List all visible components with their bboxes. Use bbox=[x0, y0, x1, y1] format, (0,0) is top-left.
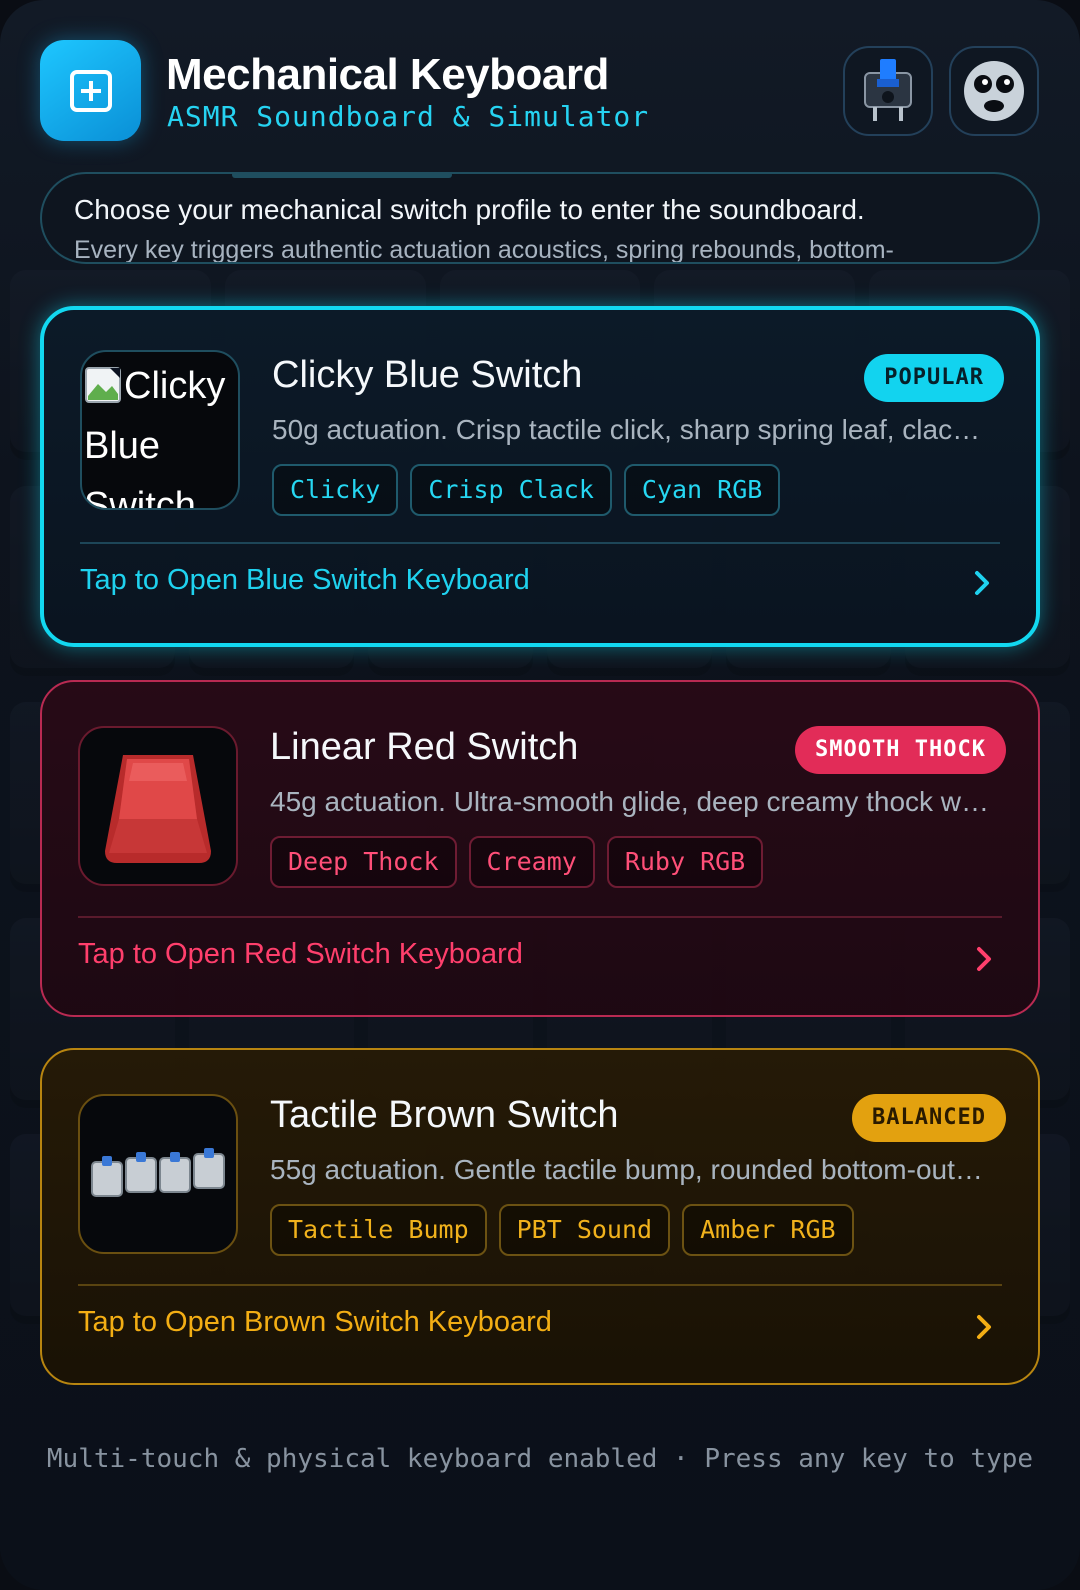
tag-chip: Clicky bbox=[272, 464, 399, 516]
card-divider bbox=[78, 916, 1002, 918]
mascot-button[interactable] bbox=[949, 46, 1039, 136]
app-title: Mechanical Keyboard bbox=[166, 50, 609, 99]
info-banner: Choose your mechanical switch profile to… bbox=[40, 172, 1040, 264]
info-accent bbox=[232, 174, 452, 178]
broken-image-icon bbox=[85, 367, 121, 403]
chevron-right-icon bbox=[977, 947, 991, 971]
keyswitch-button[interactable] bbox=[843, 46, 933, 136]
card-divider bbox=[78, 1284, 1002, 1286]
open-blue-keyboard-link[interactable]: Tap to Open Blue Switch Keyboard bbox=[80, 564, 530, 597]
tag-chip: Ruby RGB bbox=[606, 836, 764, 888]
popular-badge: POPULAR bbox=[864, 354, 1004, 402]
switch-title: Linear Red Switch bbox=[270, 726, 579, 768]
red-keycap-image bbox=[105, 755, 211, 863]
tag-chip: Crisp Clack bbox=[410, 464, 612, 516]
switch-description: 50g actuation. Crisp tactile click, shar… bbox=[272, 414, 992, 445]
switch-image-brown bbox=[78, 1094, 238, 1254]
switch-description: 55g actuation. Gentle tactile bump, roun… bbox=[270, 1154, 990, 1185]
tag-chip: Cyan RGB bbox=[623, 464, 781, 516]
card-divider bbox=[80, 542, 1000, 544]
switch-card-red[interactable]: Linear Red Switch SMOOTH THOCK 45g actua… bbox=[40, 680, 1040, 1017]
tag-chip: PBT Sound bbox=[498, 1204, 671, 1256]
switch-image-red bbox=[78, 726, 238, 886]
switch-tags: Clicky Crisp Clack Cyan RGB bbox=[272, 464, 781, 516]
tag-chip: Amber RGB bbox=[682, 1204, 854, 1256]
chevron-right-icon bbox=[977, 1315, 991, 1339]
open-brown-keyboard-link[interactable]: Tap to Open Brown Switch Keyboard bbox=[78, 1306, 552, 1339]
tag-chip: Creamy bbox=[468, 836, 595, 888]
plus-square-icon bbox=[40, 40, 141, 141]
switch-card-blue[interactable]: Clicky Blue Switch Clicky Blue Switch PO… bbox=[40, 306, 1040, 647]
app-subtitle: ASMR Soundboard & Simulator bbox=[167, 100, 650, 133]
switch-card-brown[interactable]: Tactile Brown Switch BALANCED 55g actuat… bbox=[40, 1048, 1040, 1385]
app-header: Mechanical Keyboard ASMR Soundboard & Si… bbox=[40, 40, 1040, 141]
balanced-badge: BALANCED bbox=[852, 1094, 1006, 1142]
switch-tags: Tactile Bump PBT Sound Amber RGB bbox=[270, 1204, 854, 1256]
switch-tags: Deep Thock Creamy Ruby RGB bbox=[270, 836, 764, 888]
switch-title: Tactile Brown Switch bbox=[270, 1094, 619, 1136]
switch-title: Clicky Blue Switch bbox=[272, 354, 583, 396]
mascot-face-icon bbox=[964, 61, 1024, 121]
footer-hint: Multi-touch & physical keyboard enabled … bbox=[46, 1444, 1034, 1474]
switch-row-image bbox=[91, 1148, 225, 1197]
open-red-keyboard-link[interactable]: Tap to Open Red Switch Keyboard bbox=[78, 938, 523, 971]
tag-chip: Deep Thock bbox=[270, 836, 457, 888]
info-text-primary: Choose your mechanical switch profile to… bbox=[74, 194, 865, 225]
switch-image-blue: Clicky Blue Switch bbox=[80, 350, 240, 510]
chevron-right-icon bbox=[975, 571, 989, 595]
info-text-secondary: Every key triggers authentic actuation a… bbox=[74, 236, 894, 264]
smooth-thock-badge: SMOOTH THOCK bbox=[795, 726, 1006, 774]
switch-description: 45g actuation. Ultra-smooth glide, deep … bbox=[270, 786, 990, 817]
keyswitch-icon bbox=[864, 59, 912, 121]
broken-image-alt: Clicky Blue Switch bbox=[84, 365, 226, 510]
app-screen: Mechanical Keyboard ASMR Soundboard & Si… bbox=[0, 0, 1080, 1590]
tag-chip: Tactile Bump bbox=[270, 1204, 487, 1256]
